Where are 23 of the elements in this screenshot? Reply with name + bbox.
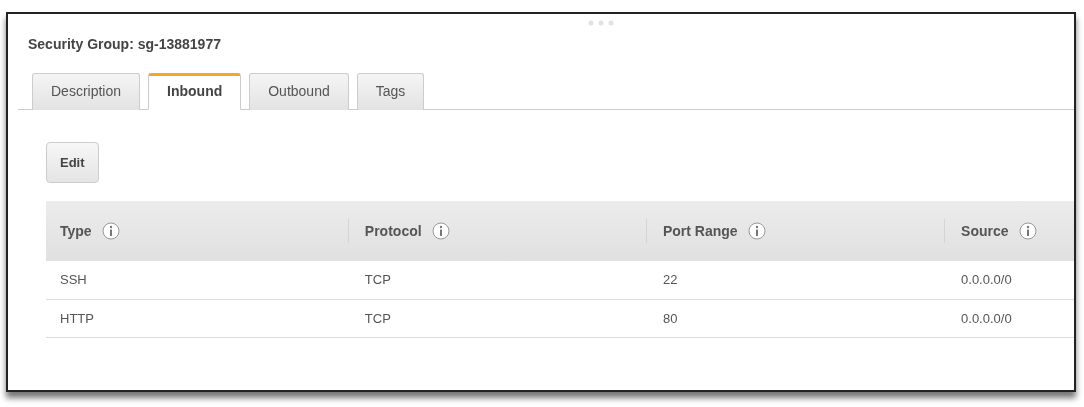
table-cell: TCP <box>333 299 632 338</box>
panel-title: Security Group: sg-13881977 <box>28 35 221 54</box>
table-cell: 0.0.0.0/0 <box>930 299 1074 338</box>
table-cell: SSH <box>46 261 334 300</box>
tab[interactable]: Description <box>32 73 141 110</box>
table-cell: TCP <box>333 261 632 300</box>
drag-handle-icon[interactable] <box>588 20 614 26</box>
info-icon[interactable] <box>747 222 766 241</box>
info-icon[interactable] <box>1018 222 1037 241</box>
info-icon[interactable] <box>431 222 450 241</box>
table-cell: 0.0.0.0/0 <box>930 261 1074 300</box>
table-cell: HTTP <box>46 299 334 338</box>
edit-button[interactable]: Edit <box>46 141 99 184</box>
tab[interactable]: Tags <box>356 73 425 110</box>
column-header: Type <box>60 221 92 241</box>
info-icon[interactable] <box>101 222 120 241</box>
table-cell: 80 <box>631 299 931 338</box>
column-header: Port Range <box>662 221 738 241</box>
column-header: Protocol <box>364 221 422 241</box>
tab[interactable]: Outbound <box>249 73 349 110</box>
tab[interactable]: Inbound <box>148 73 242 110</box>
table-cell: 22 <box>631 261 931 300</box>
column-header: Source <box>961 221 1009 241</box>
